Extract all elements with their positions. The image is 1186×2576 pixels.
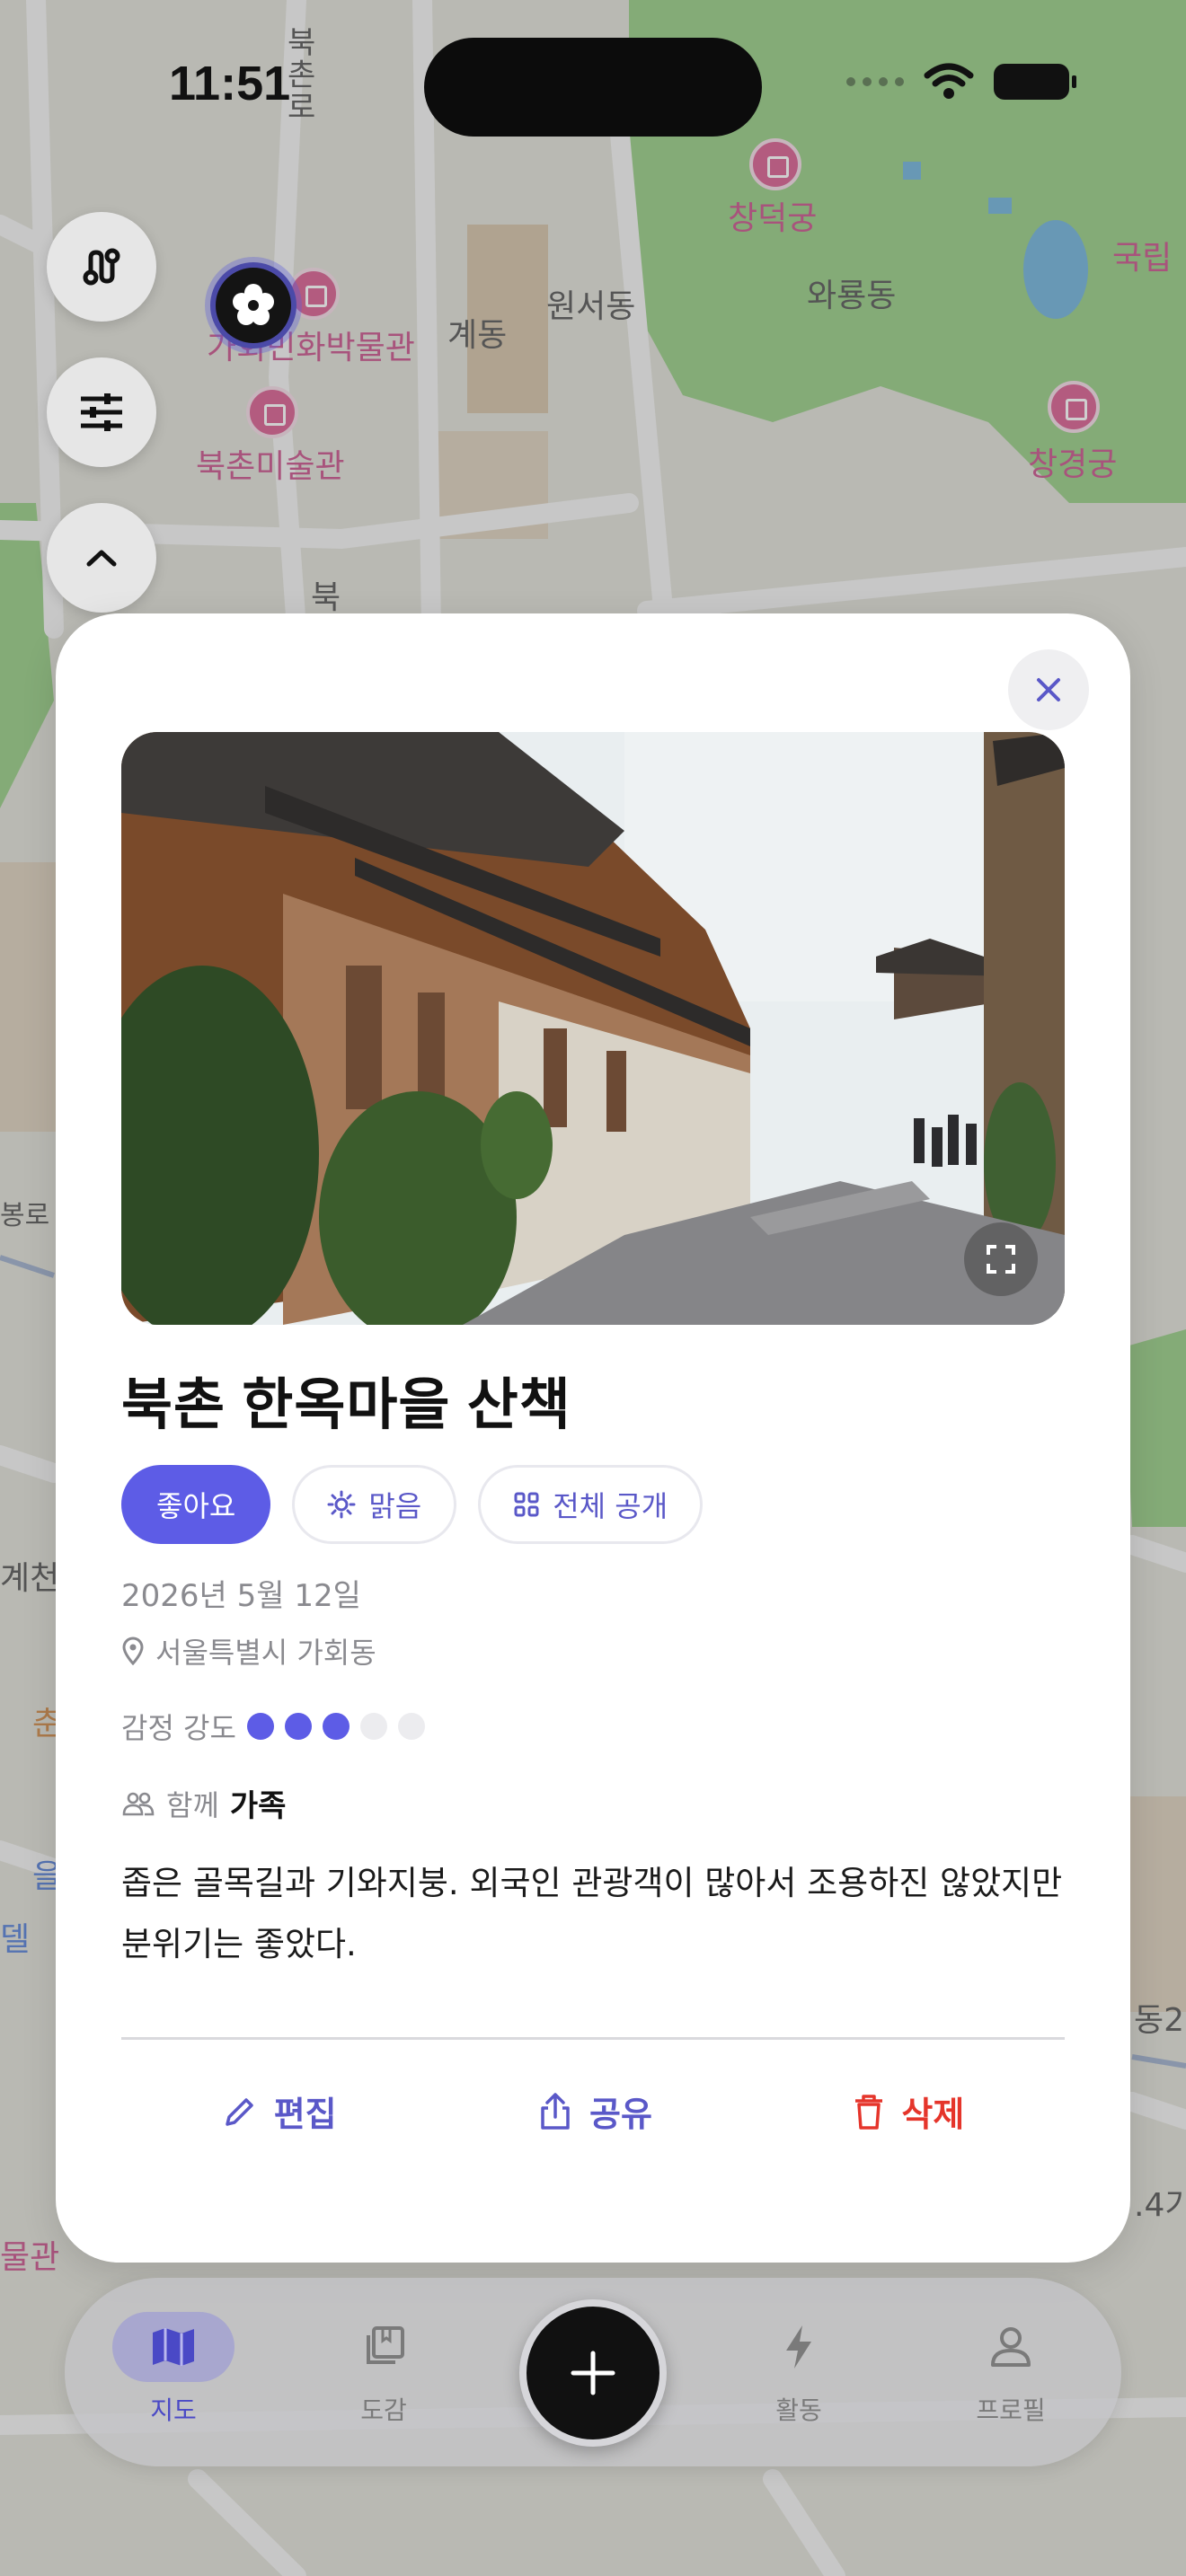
companions-label: 함께 xyxy=(166,1787,219,1822)
mood-chip[interactable]: 좋아요 xyxy=(121,1465,271,1544)
wifi-icon xyxy=(924,63,974,99)
sliders-icon xyxy=(81,393,122,431)
route-button[interactable] xyxy=(47,212,156,322)
emotion-intensity-dots xyxy=(246,1713,425,1740)
weather-chip-label: 맑음 xyxy=(368,1489,422,1523)
tab-map-highlight xyxy=(112,2312,235,2382)
grid-icon xyxy=(514,1492,539,1517)
status-icons xyxy=(846,63,1076,101)
tab-profile-icon-wrap xyxy=(950,2312,1072,2382)
battery-icon xyxy=(994,64,1076,100)
emotion-dot-empty xyxy=(397,1713,425,1740)
delete-button[interactable]: 삭제 xyxy=(853,2086,964,2136)
memory-tags: 좋아요 맑음 전체 공개 xyxy=(121,1465,704,1544)
lightning-icon xyxy=(786,2325,811,2369)
memory-photo[interactable] xyxy=(121,732,1065,1325)
memory-date: 2026년 5월 12일 xyxy=(121,1578,361,1614)
sun-icon xyxy=(327,1490,356,1519)
memory-detail-card: 북촌 한옥마을 산책 좋아요 맑음 전체 공개 2026년 5월 12일 서울특… xyxy=(56,613,1130,2263)
tab-map-label: 지도 xyxy=(150,2395,197,2425)
location-pin-icon xyxy=(122,1636,144,1665)
memory-note: 좁은 골목길과 기와지붕. 외국인 관광객이 많아서 조용하진 않았지만 분위기… xyxy=(121,1864,1063,1963)
emotion-intensity-label: 감정 강도 xyxy=(121,1711,236,1745)
memory-marker[interactable] xyxy=(210,262,296,348)
share-button-label: 공유 xyxy=(589,2095,652,2134)
close-icon xyxy=(1037,678,1060,701)
mood-chip-label: 좋아요 xyxy=(156,1489,236,1523)
delete-button-label: 삭제 xyxy=(901,2095,965,2134)
tab-profile[interactable]: 프로필 xyxy=(943,2312,1078,2427)
trash-icon xyxy=(855,2094,883,2130)
add-memory-button[interactable] xyxy=(519,2299,667,2447)
expand-photo-button[interactable] xyxy=(964,1222,1038,1296)
share-button[interactable]: 공유 xyxy=(537,2086,652,2136)
tab-collection-label: 도감 xyxy=(360,2395,407,2425)
route-icon xyxy=(83,248,120,286)
memory-location-text: 서울특별시 가회동 xyxy=(155,1636,376,1670)
emotion-dot-filled xyxy=(246,1713,274,1740)
chevron-up-icon xyxy=(86,550,117,567)
emotion-dot-filled xyxy=(284,1713,312,1740)
emotion-dot-empty xyxy=(359,1713,387,1740)
status-time: 11:51 xyxy=(169,57,291,110)
emotion-intensity: 감정 강도 xyxy=(121,1706,425,1747)
share-icon xyxy=(541,2092,570,2130)
companions-value: 가족 xyxy=(229,1788,287,1824)
flower-icon xyxy=(233,284,274,325)
tab-collection-icon-wrap xyxy=(323,2312,445,2382)
memory-title: 북촌 한옥마을 산책 xyxy=(121,1374,571,1436)
hanok-street-photo xyxy=(121,732,1065,1325)
tab-activity-icon-wrap xyxy=(738,2312,860,2382)
edit-button[interactable]: 편집 xyxy=(222,2086,337,2136)
signal-icon xyxy=(846,77,904,86)
tab-activity[interactable]: 활동 xyxy=(731,2312,866,2427)
close-button[interactable] xyxy=(1008,649,1089,730)
pencil-icon xyxy=(225,2097,253,2126)
collapse-button[interactable] xyxy=(47,503,156,613)
tab-profile-label: 프로필 xyxy=(976,2395,1046,2425)
divider xyxy=(121,2037,1065,2040)
map-icon xyxy=(153,2328,194,2366)
profile-icon xyxy=(991,2327,1031,2367)
expand-icon xyxy=(987,1245,1015,1274)
card-actions: 편집 공유 삭제 xyxy=(121,2086,1065,2136)
people-icon xyxy=(122,1792,155,1815)
dynamic-island xyxy=(424,38,762,137)
edit-button-label: 편집 xyxy=(273,2095,337,2134)
memory-location: 서울특별시 가회동 xyxy=(121,1630,376,1672)
weather-chip[interactable]: 맑음 xyxy=(292,1465,457,1544)
filter-button[interactable] xyxy=(47,357,156,467)
tab-activity-label: 활동 xyxy=(775,2395,822,2425)
companions: 함께 가족 xyxy=(121,1781,286,1825)
visibility-chip[interactable]: 전체 공개 xyxy=(478,1465,704,1544)
tab-map[interactable]: 지도 xyxy=(106,2312,241,2427)
emotion-dot-filled xyxy=(322,1713,350,1740)
collection-icon xyxy=(367,2326,404,2364)
visibility-chip-label: 전체 공개 xyxy=(553,1489,668,1523)
plus-icon xyxy=(571,2351,615,2395)
tab-collection[interactable]: 도감 xyxy=(316,2312,451,2427)
